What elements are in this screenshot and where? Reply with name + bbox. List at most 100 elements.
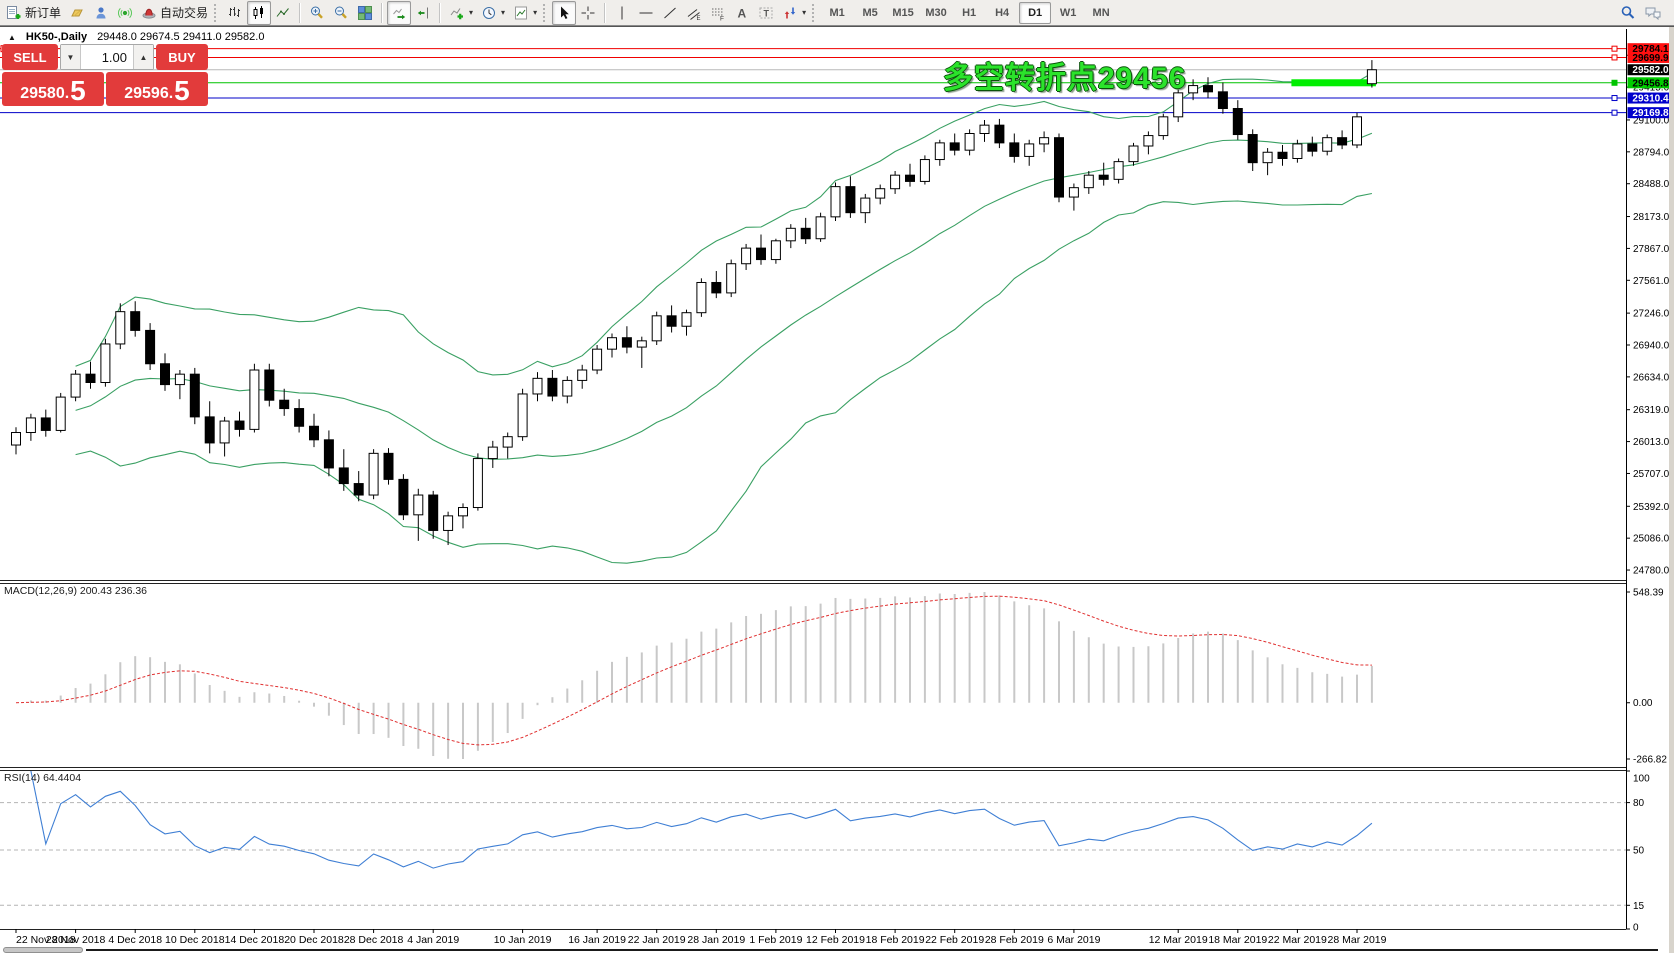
metaeditor-button[interactable] bbox=[65, 1, 89, 25]
candle-body bbox=[1114, 162, 1123, 180]
collapse-triangle-icon[interactable]: ▲ bbox=[8, 33, 16, 42]
indicators-icon bbox=[449, 5, 465, 21]
candle-body bbox=[965, 133, 974, 150]
timeframe-H1[interactable]: H1 bbox=[953, 2, 985, 24]
sell-price-box[interactable]: 29580. 5 bbox=[2, 72, 104, 106]
line-chart-icon bbox=[275, 5, 291, 21]
date-label: 28 Feb 2019 bbox=[985, 934, 1044, 946]
timeframe-MN[interactable]: MN bbox=[1085, 2, 1117, 24]
candle-body bbox=[1055, 138, 1064, 197]
timeframe-M15[interactable]: M15 bbox=[887, 2, 919, 24]
candle-body bbox=[190, 374, 199, 417]
volume-increase-button[interactable]: ▲ bbox=[133, 45, 153, 69]
autotrading-label: 自动交易 bbox=[160, 4, 208, 21]
buy-button[interactable]: BUY bbox=[156, 44, 208, 70]
toolbar-separator bbox=[604, 3, 606, 23]
middle-band bbox=[76, 133, 1372, 459]
text-button[interactable]: A bbox=[730, 1, 754, 25]
candlestick-chart-button[interactable] bbox=[247, 1, 271, 25]
arrows-button[interactable]: ▾ bbox=[778, 1, 810, 25]
scrollbar-track[interactable] bbox=[86, 949, 1658, 951]
timeframe-M1[interactable]: M1 bbox=[821, 2, 853, 24]
chart-shift-button[interactable] bbox=[411, 1, 435, 25]
candle-body bbox=[1129, 146, 1138, 162]
line-chart-button[interactable] bbox=[271, 1, 295, 25]
price-level-lines[interactable] bbox=[0, 46, 1626, 116]
volume-decrease-button[interactable]: ▼ bbox=[61, 45, 81, 69]
date-axis: 22 Nov 201828 Nov 20184 Dec 201810 Dec 2… bbox=[16, 929, 1387, 946]
sell-price-frac: 5 bbox=[70, 78, 86, 104]
price-tick-label: 26319.0 bbox=[1633, 405, 1670, 416]
date-label: 12 Mar 2019 bbox=[1149, 934, 1208, 946]
candle-body bbox=[1278, 152, 1287, 158]
candle-body bbox=[429, 495, 438, 530]
candle-body bbox=[265, 370, 274, 400]
bollinger-bands bbox=[76, 73, 1372, 563]
new-order-button[interactable]: 新订单 bbox=[2, 1, 65, 25]
horizontal-scrollbar bbox=[0, 946, 1668, 953]
new-order-icon bbox=[6, 5, 22, 21]
candle-body bbox=[1040, 138, 1049, 144]
candle-body bbox=[518, 394, 527, 437]
cursor-button[interactable] bbox=[552, 1, 576, 25]
signal-icon bbox=[117, 5, 133, 21]
zoom-out-button[interactable] bbox=[329, 1, 353, 25]
timeframe-M30[interactable]: M30 bbox=[920, 2, 952, 24]
candle-body bbox=[324, 440, 333, 468]
timeframe-D1[interactable]: D1 bbox=[1019, 2, 1051, 24]
timeframe-H4[interactable]: H4 bbox=[986, 2, 1018, 24]
candle-body bbox=[488, 447, 497, 458]
trendline-icon bbox=[662, 5, 678, 21]
candle-body bbox=[26, 418, 35, 433]
templates-button[interactable]: ▾ bbox=[509, 1, 541, 25]
tile-windows-button[interactable] bbox=[353, 1, 377, 25]
buy-price-box[interactable]: 29596. 5 bbox=[106, 72, 208, 106]
candle-body bbox=[116, 312, 125, 344]
chat-button[interactable] bbox=[1640, 1, 1666, 25]
timeframe-M5[interactable]: M5 bbox=[854, 2, 886, 24]
mql5-community-button[interactable] bbox=[89, 1, 113, 25]
volume-input[interactable]: 1.00 bbox=[81, 45, 133, 69]
candle-body bbox=[101, 344, 110, 383]
crosshair-button[interactable] bbox=[576, 1, 600, 25]
text-label-icon: T bbox=[758, 5, 774, 21]
scrollbar-thumb[interactable] bbox=[3, 947, 83, 953]
price-tick-label: 27867.0 bbox=[1633, 244, 1670, 255]
autotrading-button[interactable]: 自动交易 bbox=[137, 1, 212, 25]
date-label: 12 Feb 2019 bbox=[806, 934, 865, 946]
bar-chart-button[interactable] bbox=[223, 1, 247, 25]
candle-body bbox=[578, 370, 587, 380]
toolbar-separator bbox=[381, 3, 383, 23]
search-button[interactable] bbox=[1616, 1, 1640, 25]
candle-body bbox=[473, 459, 482, 508]
rsi-label: RSI(14) 64.4404 bbox=[4, 772, 81, 784]
vertical-line-icon bbox=[614, 5, 630, 21]
candle-body bbox=[593, 349, 602, 370]
signals-button[interactable] bbox=[113, 1, 137, 25]
timeframe-W1[interactable]: W1 bbox=[1052, 2, 1084, 24]
auto-scroll-button[interactable] bbox=[387, 1, 411, 25]
sell-button[interactable]: SELL bbox=[2, 44, 58, 70]
level-marker bbox=[1612, 46, 1617, 51]
date-label: 10 Jan 2019 bbox=[494, 934, 552, 946]
indicators-button[interactable]: ▾ bbox=[445, 1, 477, 25]
date-label: 28 Nov 2018 bbox=[46, 934, 106, 946]
channel-button[interactable]: E bbox=[682, 1, 706, 25]
horizontal-line-button[interactable] bbox=[634, 1, 658, 25]
candle-body bbox=[384, 453, 393, 479]
candle-body bbox=[906, 175, 915, 181]
date-label: 14 Dec 2018 bbox=[225, 934, 285, 946]
label-button[interactable]: T bbox=[754, 1, 778, 25]
fibonacci-button[interactable]: F bbox=[706, 1, 730, 25]
trendline-button[interactable] bbox=[658, 1, 682, 25]
macd-signal-line bbox=[16, 596, 1372, 745]
vertical-line-button[interactable] bbox=[610, 1, 634, 25]
highlight-segment[interactable] bbox=[1291, 79, 1376, 86]
chart-canvas[interactable]: 29721.029415.029100.028794.028488.028173… bbox=[0, 28, 1674, 953]
candle-body bbox=[250, 370, 259, 429]
zoom-in-button[interactable] bbox=[305, 1, 329, 25]
periods-button[interactable]: ▾ bbox=[477, 1, 509, 25]
candle-body bbox=[563, 380, 572, 396]
candlestick-series bbox=[12, 60, 1377, 545]
candle-body bbox=[146, 330, 155, 363]
